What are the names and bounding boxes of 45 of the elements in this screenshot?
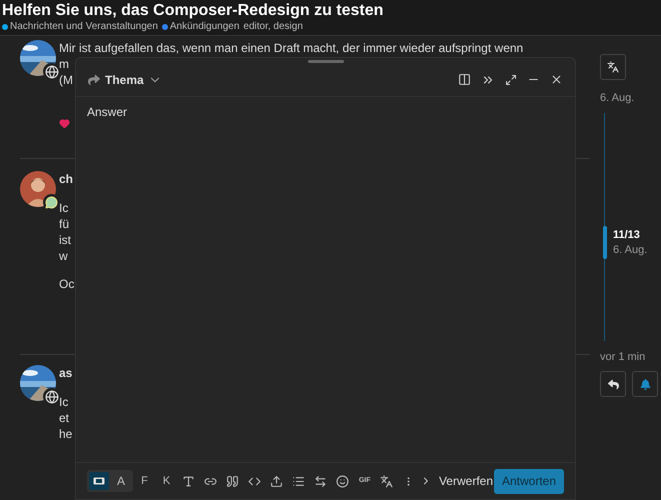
timeline-date: 6. Aug.: [613, 243, 648, 258]
editor-text[interactable]: Answer: [76, 97, 575, 462]
post-text: Ic: [59, 200, 68, 216]
topic-title: Helfen Sie uns, das Composer-Redesign zu testen: [2, 1, 384, 21]
discard-button[interactable]: Verwerfen: [438, 472, 493, 490]
drag-handle[interactable]: [308, 60, 344, 63]
globe-icon: [44, 390, 58, 404]
preview-toggle-icon[interactable]: [458, 73, 471, 86]
timeline-position: 11/13: [613, 228, 641, 244]
timeline-last-activity[interactable]: vor 1 min: [600, 348, 660, 365]
category-link[interactable]: Ankündigungen: [170, 21, 240, 33]
speech-bubble-icon: [45, 196, 58, 209]
translate-button[interactable]: [600, 54, 626, 80]
close-icon[interactable]: [550, 73, 563, 86]
notification-button[interactable]: [632, 371, 658, 397]
reply-arrow-icon: [88, 74, 100, 86]
author-name[interactable]: as: [59, 365, 72, 381]
post-text: (M: [59, 72, 73, 88]
rich-text-icon: [93, 477, 105, 485]
rich-editor-tab[interactable]: [89, 472, 109, 490]
post-text: ist: [59, 232, 71, 248]
toolbar-button[interactable]: F: [134, 470, 156, 492]
heart-icon[interactable]: [59, 118, 70, 129]
post-text: Mir ist aufgefallen das, wenn man einen Draft macht, der immer wieder aufspringt wenn: [59, 40, 524, 56]
post-text: et: [59, 410, 70, 426]
markdown-tab[interactable]: A: [111, 472, 131, 490]
post-text: Ic: [59, 394, 68, 410]
reply-button[interactable]: [600, 371, 626, 397]
action-dropdown[interactable]: Thema: [105, 70, 162, 88]
translate-icon: [607, 61, 619, 73]
category-link[interactable]: Nachrichten und Veranstaltungen: [10, 21, 158, 33]
post-text: Oc: [59, 276, 74, 292]
reply-arrow-icon: [608, 378, 618, 390]
author-name[interactable]: ch: [59, 171, 74, 187]
topic-tags[interactable]: editor, design: [243, 21, 303, 33]
bell-icon: [640, 378, 650, 390]
globe-icon: [44, 64, 58, 78]
post-text: fü: [59, 216, 70, 232]
post-text: he: [59, 426, 72, 442]
fullscreen-icon[interactable]: [505, 74, 517, 86]
toolbar-button[interactable]: K: [156, 470, 178, 492]
timeline-date[interactable]: 6. Aug.: [600, 90, 660, 106]
timeline-handle[interactable]: [603, 226, 607, 260]
post-text: m: [59, 56, 69, 72]
post-text: w: [59, 248, 68, 264]
